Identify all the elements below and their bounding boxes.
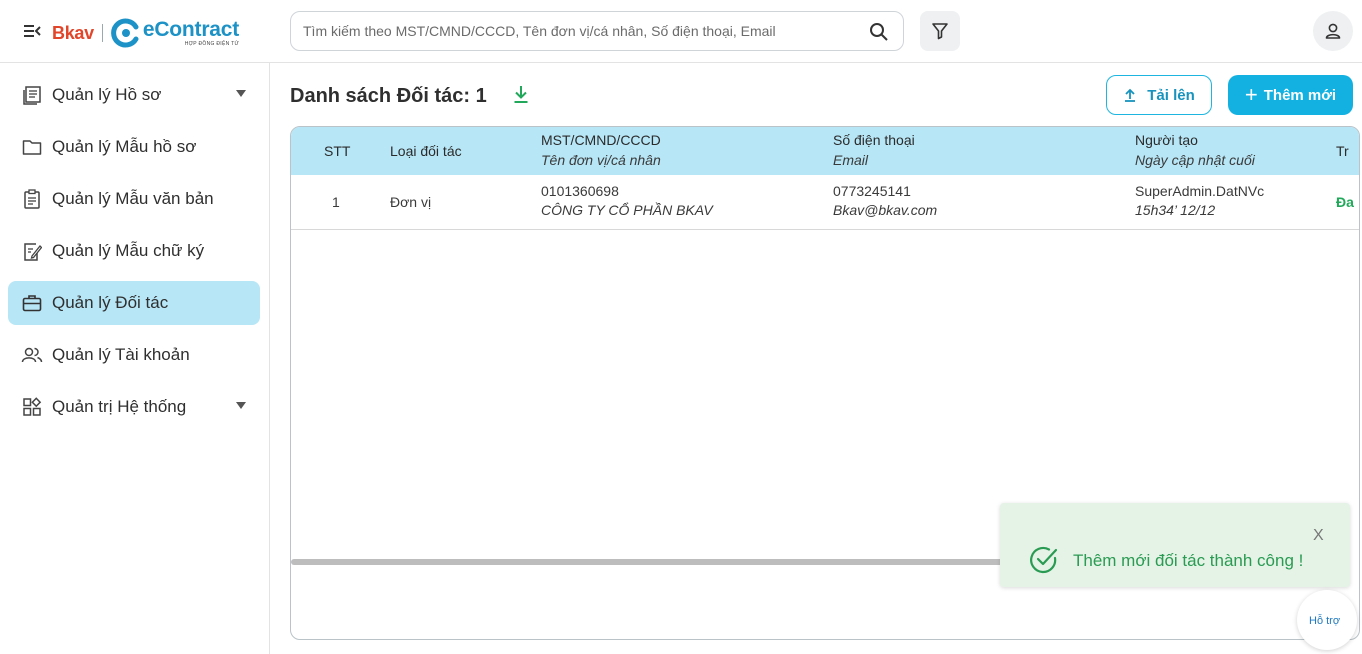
sidebar-item-label: Quản lý Hồ sơ [52, 85, 162, 104]
column-header-phone-label: Số điện thoại [833, 132, 915, 148]
column-header-tax-sub: Tên đơn vị/cá nhân [541, 152, 661, 168]
filter-icon [932, 23, 948, 40]
success-toast: Thêm mới đối tác thành công ! X [1000, 503, 1350, 587]
sidebar-item-label: Quản lý Mẫu hồ sơ [52, 137, 197, 156]
sidebar-item-accounts[interactable]: Quản lý Tài khoản [8, 333, 260, 377]
toast-message: Thêm mới đối tác thành công ! [1073, 551, 1304, 570]
column-header-status: Tr [1336, 143, 1349, 159]
column-header-creator: Người tạo Ngày cập nhật cuối [1135, 132, 1255, 168]
cell-tax: 0101360698 CÔNG TY CỔ PHẦN BKAV [541, 182, 713, 220]
upload-button-label: Tải lên [1147, 86, 1195, 104]
scrollbar-thumb[interactable] [291, 559, 1031, 565]
signature-icon [21, 240, 43, 262]
column-header-creator-sub: Ngày cập nhật cuối [1135, 152, 1255, 168]
column-header-phone: Số điện thoại Email [833, 132, 915, 168]
sidebar-item-system-admin[interactable]: Quản trị Hệ thống [8, 385, 260, 429]
cell-stt: 1 [332, 194, 340, 210]
sidebar-item-label: Quản lý Mẫu văn bản [52, 189, 214, 208]
support-label: Hỗ trợ [1309, 615, 1341, 627]
sidebar-item-label: Quản lý Đối tác [52, 293, 169, 312]
caret-down-icon[interactable] [236, 402, 246, 409]
user-icon [1325, 23, 1341, 39]
add-new-button[interactable]: + Thêm mới [1228, 75, 1353, 115]
check-circle-icon [1030, 546, 1058, 574]
briefcase-icon [21, 292, 43, 314]
column-header-phone-sub: Email [833, 152, 869, 168]
users-icon [21, 344, 43, 366]
sidebar-item-label: Quản lý Mẫu chữ ký [52, 241, 205, 260]
sidebar-item-document-templates[interactable]: Quản lý Mẫu hồ sơ [8, 125, 260, 169]
download-icon[interactable] [511, 84, 531, 106]
filter-button[interactable] [920, 11, 960, 51]
cell-status: Đa [1336, 194, 1354, 210]
upload-button[interactable]: Tải lên [1106, 75, 1212, 115]
cell-tax-number: 0101360698 [541, 183, 619, 199]
page-title: Danh sách Đối tác: 1 [290, 85, 487, 107]
column-header-tax: MST/CMND/CCCD Tên đơn vị/cá nhân [541, 132, 661, 168]
cell-updated-date: 15h34’ 12/12 [1135, 202, 1216, 218]
column-header-creator-label: Người tạo [1135, 132, 1198, 148]
upload-icon [1125, 88, 1136, 102]
sidebar-item-signature-templates[interactable]: Quản lý Mẫu chữ ký [8, 229, 260, 273]
search-box [290, 11, 904, 51]
column-header-stt: STT [324, 143, 351, 159]
cell-phone: 0773245141 Bkav@bkav.com [833, 182, 937, 220]
top-header: Bkav eContract HỢP ĐỒNG ĐIỆN TỬ [0, 0, 1362, 63]
sidebar-item-label: Quản lý Tài khoản [52, 345, 190, 364]
app-logo[interactable]: Bkav eContract HỢP ĐỒNG ĐIỆN TỬ [52, 16, 239, 50]
plus-icon: + [1244, 82, 1258, 107]
column-header-tax-label: MST/CMND/CCCD [541, 132, 661, 148]
sidebar-item-text-templates[interactable]: Quản lý Mẫu văn bản [8, 177, 260, 221]
menu-collapse-icon[interactable] [22, 21, 42, 41]
search-input[interactable] [303, 20, 863, 42]
sidebar: Quản lý Hồ sơ Quản lý Mẫu hồ sơ Quản lý … [0, 63, 270, 654]
search-icon[interactable] [869, 22, 889, 42]
grid-icon [21, 396, 43, 418]
logo-separator [101, 24, 103, 42]
folder-icon [21, 136, 43, 158]
toast-close-button[interactable]: X [1313, 527, 1324, 545]
cell-type: Đơn vị [390, 194, 432, 210]
sidebar-item-label: Quản trị Hệ thống [52, 397, 187, 416]
table-header: STT Loại đối tác MST/CMND/CCCD Tên đơn v… [291, 127, 1359, 175]
caret-down-icon[interactable] [236, 90, 246, 97]
logo-subtitle: HỢP ĐỒNG ĐIỆN TỬ [184, 41, 240, 47]
user-account-button[interactable] [1313, 11, 1353, 51]
cell-phone-number: 0773245141 [833, 183, 911, 199]
sidebar-item-documents[interactable]: Quản lý Hồ sơ [8, 73, 260, 117]
sidebar-item-partners[interactable]: Quản lý Đối tác [8, 281, 260, 325]
cell-creator-name: SuperAdmin.DatNVc [1135, 183, 1265, 199]
cell-partner-name: CÔNG TY CỔ PHẦN BKAV [541, 202, 713, 218]
column-header-type: Loại đối tác [390, 143, 462, 159]
econtract-logo-icon [110, 18, 139, 48]
logo-bkav-text: Bkav [52, 22, 94, 43]
cell-creator: SuperAdmin.DatNVc 15h34’ 12/12 [1135, 182, 1264, 220]
table-row[interactable]: 1 Đơn vị 0101360698 CÔNG TY CỔ PHẦN BKAV… [291, 175, 1359, 230]
add-new-button-label: Thêm mới [1263, 86, 1337, 104]
logo-econtract: eContract HỢP ĐỒNG ĐIỆN TỬ [142, 18, 240, 48]
clipboard-icon [21, 188, 43, 210]
logo-econtract-text: eContract [142, 18, 240, 41]
cell-email: Bkav@bkav.com [833, 202, 938, 218]
file-stack-icon [21, 84, 43, 106]
support-button[interactable]: Hỗ trợ [1297, 590, 1357, 650]
